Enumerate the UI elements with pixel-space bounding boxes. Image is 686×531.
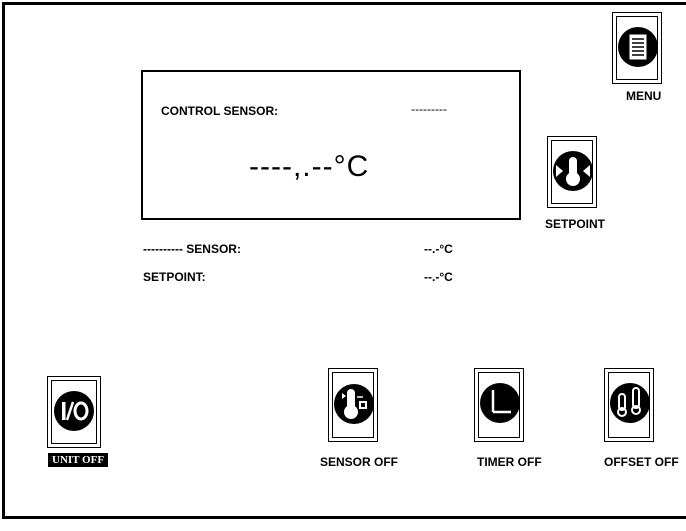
- setpoint-reading-value: --.-°C: [424, 270, 453, 284]
- unit-off-label: UNIT OFF: [48, 453, 109, 467]
- sensor-off-button[interactable]: SENSOR OFF: [320, 368, 416, 472]
- control-display-panel: CONTROL SENSOR: --------- ----,.--°C: [141, 70, 521, 220]
- setpoint-button[interactable]: SETPOINT: [545, 136, 625, 234]
- menu-button[interactable]: MENU: [612, 12, 672, 107]
- offset-off-label: OFFSET OFF: [604, 455, 679, 469]
- setpoint-button-label: SETPOINT: [545, 217, 606, 231]
- unit-power-button[interactable]: UNIT OFF: [45, 376, 135, 471]
- power-io-icon: [54, 391, 94, 431]
- timer-off-label: TIMER OFF: [477, 455, 542, 469]
- main-temperature-readout: ----,.--°C: [249, 150, 370, 183]
- control-sensor-label: CONTROL SENSOR:: [161, 104, 279, 118]
- clock-icon: [480, 383, 520, 423]
- offset-thermometers-icon: [610, 383, 650, 423]
- timer-off-button[interactable]: TIMER OFF: [474, 368, 554, 472]
- setpoint-reading-label: SETPOINT:: [143, 270, 206, 284]
- menu-label: MENU: [626, 89, 662, 103]
- offset-off-button[interactable]: OFFSET OFF: [604, 368, 686, 472]
- sensor-reading-label: ---------- SENSOR:: [143, 242, 241, 256]
- sensor-off-label: SENSOR OFF: [320, 455, 399, 469]
- sensor-reading-value: --.-°C: [424, 242, 453, 256]
- control-sensor-value: ---------: [411, 102, 447, 116]
- sensor-thermometer-icon: [334, 384, 374, 424]
- setpoint-thermometer-icon: [553, 151, 593, 191]
- menu-list-icon: [618, 27, 658, 67]
